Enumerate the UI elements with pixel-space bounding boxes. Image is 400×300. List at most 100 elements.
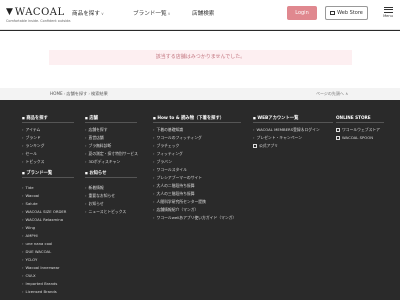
nav-label: 店舗検索 (192, 11, 215, 17)
link-label: ブラチェック (156, 143, 180, 148)
nav-brand-list[interactable]: ブランド一覧∨ (133, 9, 171, 17)
wacoal-logo[interactable]: ▼ WACOAL Comfortable inside. Confident ou… (6, 7, 71, 26)
arrow-icon: › (85, 185, 87, 190)
footer-link[interactable]: › プレゼント・キャンペーン (253, 135, 302, 141)
webstore-button[interactable]: Web Store (325, 6, 368, 20)
footer-link[interactable]: › WACOAL MEMBERS登録＆ログイン (253, 127, 320, 133)
footer-link[interactable]: › ブランド (22, 135, 41, 141)
link-label: プレゼント・キャンペーン (256, 135, 302, 140)
arrow-icon: › (22, 193, 24, 198)
divider (336, 122, 384, 123)
footer-link[interactable]: › ニュースとトピックス (85, 209, 126, 215)
arrow-icon: › (85, 151, 87, 156)
footer-link[interactable]: › Wing (22, 225, 35, 230)
footer-link[interactable]: › ランキング (22, 143, 44, 149)
divider (253, 122, 333, 123)
footer-link[interactable]: WACOAL SPOON (336, 135, 373, 140)
nav-product-search[interactable]: 商品を探す∨ (72, 9, 104, 17)
link-label: ブラ無料診断 (88, 143, 112, 148)
footer-link[interactable]: 公式アプリ (253, 143, 278, 149)
arrow-icon: › (85, 209, 87, 214)
arrow-icon: › (153, 143, 155, 148)
arrow-icon: › (85, 127, 87, 132)
footer-heading-brands: ブランド一覧 (22, 170, 52, 176)
link-label: 夏の測定・採寸特別サービス (88, 151, 138, 156)
link-label: 大人の三階段持ち振舞 (156, 191, 195, 196)
divider (153, 122, 241, 123)
link-label: 下着の基礎知識 (156, 127, 184, 132)
footer-link[interactable]: › ブラ無料診断 (85, 143, 111, 149)
nav-store-search[interactable]: 店舗検索 (192, 9, 214, 17)
footer-link[interactable]: › YCLOY (22, 257, 37, 262)
footer-link[interactable]: › プレシアブーマーのサイト (153, 175, 202, 181)
footer-link[interactable]: › 新着情報 (85, 185, 104, 191)
arrow-icon: › (22, 159, 24, 164)
footer-link[interactable]: › ワコールスタイル (153, 167, 187, 173)
arrow-icon: › (22, 225, 24, 230)
footer-link[interactable]: › 大人の三階段持ち振舞 (153, 191, 195, 197)
footer-link[interactable]: › Wacoal Innerwear (22, 265, 60, 270)
nav-label: ブランド一覧 (133, 11, 167, 17)
footer-link[interactable]: › Imported Brands (22, 281, 57, 286)
footer-link[interactable]: › Tide (22, 185, 34, 190)
footer-link[interactable]: › 大人の二階段持ち振舞 (153, 183, 195, 189)
hamburger-icon (383, 6, 393, 8)
footer-link[interactable]: › Salute (22, 201, 38, 206)
menu-button[interactable]: Menu (381, 5, 395, 18)
footer-link[interactable]: › トピックス (22, 159, 44, 165)
footer-link[interactable]: › DUE WACOAL (22, 249, 51, 254)
footer-link[interactable]: › WACOAL Relaxmina (22, 217, 63, 222)
link-label: CW-X (25, 273, 36, 278)
footer-link[interactable]: › AMPHI (22, 233, 38, 238)
footer-link[interactable]: › WACOAL SIZE ORDER (22, 209, 66, 214)
footer-link[interactable]: › 夏の測定・採寸特別サービス (85, 151, 138, 157)
link-label: トピックス (25, 159, 45, 164)
footer-link[interactable]: › Wacoal (22, 193, 39, 198)
footer-link[interactable]: › 直営店舗 (85, 135, 104, 141)
page-top-link[interactable]: ページの先頭へ ∧ (316, 91, 348, 97)
footer-link[interactable]: › 店舗情報紹介（マンガ） (153, 207, 198, 213)
footer-link[interactable]: › Licensed Brands (22, 289, 57, 294)
arrow-icon: › (253, 135, 255, 140)
footer-link[interactable]: › 重要なお知らせ (85, 193, 115, 199)
logo-text: WACOAL (14, 7, 65, 18)
store-icon (336, 127, 340, 132)
cart-icon (330, 10, 336, 15)
site-footer: 商品を探す ›アイテム ›ブランド ›ランキング ›セール ›トピックス ブラン… (0, 107, 400, 300)
footer-link[interactable]: › ワコールwellあアプリ使い方ガイド（マンガ） (153, 215, 236, 221)
link-label: 大人の二階段持ち振舞 (156, 183, 195, 188)
breadcrumb-store[interactable]: 店舗を探す (66, 91, 87, 96)
footer-link[interactable]: › CW-X (22, 273, 36, 278)
arrow-icon: › (22, 233, 24, 238)
footer-link[interactable]: › ブラバン (153, 159, 172, 165)
divider (22, 122, 74, 123)
footer-link[interactable]: › 下着の基礎知識 (153, 127, 183, 133)
logo-mark-icon: ▼ (6, 7, 13, 17)
footer-link[interactable]: › フィッティング (153, 151, 183, 157)
footer-link[interactable]: › お知らせ (85, 201, 104, 207)
footer-link[interactable]: › 人間科学研究所センター提携 (153, 199, 206, 205)
app-icon (253, 143, 257, 148)
login-button[interactable]: Login (287, 6, 317, 20)
arrow-icon: › (85, 193, 87, 198)
footer-link[interactable]: › セール (22, 151, 37, 157)
footer-link[interactable]: › ブラチェック (153, 143, 179, 149)
arrow-icon: › (22, 185, 24, 190)
page-top-label: ページの先頭へ (316, 91, 344, 96)
link-label: ワコールウェブストア (342, 127, 380, 132)
arrow-icon: › (153, 127, 155, 132)
footer-link[interactable]: › 店舗を探す (85, 127, 108, 133)
footer-link[interactable]: › 3Dボディスキャン (85, 159, 120, 165)
arrow-icon: › (153, 135, 155, 140)
link-label: ランキング (25, 143, 45, 148)
footer-link[interactable]: › une nana cool (22, 241, 52, 246)
breadcrumb-home[interactable]: HOME (50, 91, 63, 96)
arrow-icon: › (22, 209, 24, 214)
footer-link[interactable]: ワコールウェブストア (336, 127, 380, 133)
link-label: ワコールスタイル (156, 167, 187, 172)
link-label: Wacoal Innerwear (25, 265, 60, 270)
footer-link[interactable]: › ワコールのフィッティング (153, 135, 202, 141)
arrow-icon: › (22, 127, 24, 132)
link-label: 直営店舗 (88, 135, 104, 140)
footer-link[interactable]: › アイテム (22, 127, 40, 133)
